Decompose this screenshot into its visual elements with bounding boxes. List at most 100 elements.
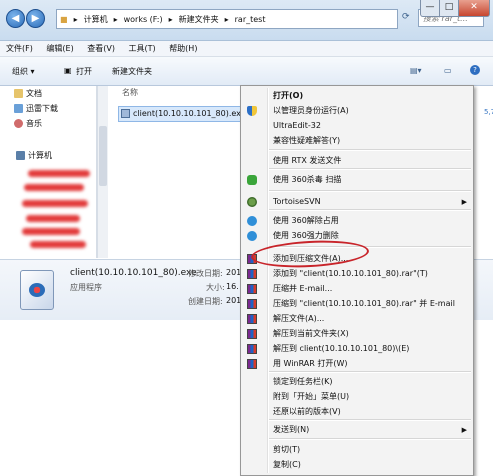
context-menu-item-label: 解压到当前文件夹(X) [273, 329, 349, 338]
context-menu-item[interactable]: 还原以前的版本(V) [241, 404, 473, 420]
submenu-arrow-icon: ▶ [461, 426, 467, 434]
shield-icon [247, 106, 257, 116]
redacted-drive [24, 184, 84, 191]
context-menu-item[interactable]: UltraEdit-32 [241, 118, 473, 134]
open-button[interactable]: 打开 [76, 66, 92, 77]
context-menu-item[interactable]: 使用 360解除占用 [241, 213, 473, 229]
winrar-icon [247, 359, 257, 369]
context-menu-item-label: 用 WinRAR 打开(W) [273, 359, 348, 368]
context-menu: 打开(O) 以管理员身份运行(A) UltraEdit-32 兼容性疑难解答(Y) 使用… [240, 85, 474, 476]
menu-separator [269, 438, 471, 440]
context-menu-item[interactable]: TortoiseSVN ▶ [241, 194, 473, 210]
address-separator: ▸ [73, 14, 78, 24]
context-menu-item[interactable]: 添加到 "client(10.10.10.101_80).rar"(T) [241, 266, 473, 282]
details-created-label: 创建日期: [188, 297, 223, 306]
minimize-button[interactable]: — [420, 0, 440, 17]
nav-scrollbar[interactable] [97, 86, 108, 258]
details-filename: client(10.10.10.101_80).exe [70, 268, 197, 278]
context-menu-item[interactable]: 压缩并 E-mail... [241, 281, 473, 297]
context-menu-item-label: 附到「开始」菜单(U) [273, 392, 350, 401]
context-menu-item[interactable]: 解压到当前文件夹(X) [241, 326, 473, 342]
details-size-label: 大小: [206, 283, 225, 292]
context-menu-item[interactable]: 打开(O) [241, 88, 473, 104]
breadcrumb-new-folder[interactable]: 新建文件夹 [176, 14, 222, 25]
downloads-icon [14, 104, 23, 113]
breadcrumb-computer[interactable]: 计算机 [81, 14, 111, 25]
context-menu-item[interactable]: 解压到 client(10.10.10.101_80)\(E) [241, 341, 473, 357]
exe-icon [121, 109, 130, 118]
nav-item-music[interactable]: 音乐 [14, 118, 42, 129]
context-menu-item[interactable]: 以管理员身份运行(A) [241, 103, 473, 119]
menu-file[interactable]: 文件(F) [0, 41, 38, 54]
forward-button[interactable]: ▶ [26, 9, 45, 28]
nav-item-documents[interactable]: 文档 [14, 88, 42, 99]
details-size-value: 16. [226, 282, 239, 291]
view-options-icon[interactable]: ▤▾ [410, 66, 422, 75]
context-menu-item[interactable]: 发送到(N) ▶ [241, 422, 473, 438]
context-menu-item[interactable]: 使用 360杀毒 扫描 [241, 172, 473, 188]
context-menu-item[interactable]: 解压文件(A)... [241, 311, 473, 327]
menu-bar: 文件(F) 编辑(E) 查看(V) 工具(T) 帮助(H) [0, 41, 493, 57]
organize-button[interactable]: 组织 ▾ [12, 66, 35, 77]
context-menu-item[interactable]: 复制(C) [241, 457, 473, 473]
submenu-arrow-icon: ▶ [461, 198, 467, 206]
nav-item-computer[interactable]: 计算机 [16, 150, 52, 161]
winrar-icon [247, 344, 257, 354]
file-name: client(10.10.10.101_80).exe [133, 109, 246, 118]
context-menu-item[interactable]: 使用 RTX 发送文件 [241, 153, 473, 169]
file-row[interactable]: client(10.10.10.101_80).exe [118, 106, 254, 122]
context-menu-item[interactable]: 使用 360强力删除 [241, 228, 473, 244]
menu-separator [269, 149, 471, 151]
column-header-name[interactable]: 名称 [122, 87, 138, 98]
menu-separator [269, 419, 471, 421]
context-menu-item[interactable]: 用 WinRAR 打开(W) [241, 356, 473, 372]
breadcrumb-rar-test[interactable]: rar_test [232, 15, 269, 24]
360-antivirus-icon [247, 175, 257, 185]
address-separator: ▸ [168, 14, 173, 24]
context-menu-item-label: 解压到 client(10.10.10.101_80)\(E) [273, 344, 410, 353]
back-button[interactable]: ◀ [6, 9, 25, 28]
scroll-thumb[interactable] [99, 126, 107, 186]
context-menu-item-label: 打开(O) [273, 91, 304, 100]
maximize-button[interactable]: □ [439, 0, 459, 17]
winrar-icon [247, 314, 257, 324]
open-icon: ▣ [64, 66, 72, 75]
menu-view[interactable]: 查看(V) [81, 41, 120, 54]
address-separator: ▸ [113, 14, 118, 24]
winrar-icon [247, 299, 257, 309]
winrar-icon [247, 269, 257, 279]
context-menu-item-label: 兼容性疑难解答(Y) [273, 136, 341, 145]
preview-pane-icon[interactable]: ▭ [444, 66, 452, 75]
redacted-drive [30, 241, 86, 248]
details-created-value: 201 [226, 296, 242, 305]
folder-icon: ■ [60, 14, 68, 24]
new-folder-button[interactable]: 新建文件夹 [112, 66, 152, 77]
context-menu-item[interactable]: 剪切(T) [241, 442, 473, 458]
360-icon [247, 216, 257, 226]
context-menu-item-label: 以管理员身份运行(A) [273, 106, 349, 115]
address-separator: ▸ [224, 14, 229, 24]
menu-tools[interactable]: 工具(T) [123, 41, 161, 54]
menu-edit[interactable]: 编辑(E) [40, 41, 78, 54]
winrar-icon [247, 284, 257, 294]
context-menu-item-label: 剪切(T) [273, 445, 301, 454]
close-button[interactable]: ✕ [458, 0, 490, 17]
context-menu-item[interactable]: 兼容性疑难解答(Y) [241, 133, 473, 149]
context-menu-item[interactable]: 压缩到 "client(10.10.10.101_80).rar" 并 E-ma… [241, 296, 473, 312]
help-icon[interactable]: ? [470, 65, 480, 75]
nav-item-thunder-downloads[interactable]: 迅雷下载 [14, 103, 58, 114]
context-menu-item-label: 压缩到 "client(10.10.10.101_80).rar" 并 E-ma… [273, 299, 455, 308]
context-menu-item-label: 使用 RTX 发送文件 [273, 156, 342, 165]
breadcrumb-works[interactable]: works (F:) [121, 15, 166, 24]
address-bar[interactable]: ■ ▸ 计算机 ▸ works (F:) ▸ 新建文件夹 ▸ rar_test [56, 9, 398, 29]
context-menu-item[interactable]: 附到「开始」菜单(U) [241, 389, 473, 405]
refresh-icon[interactable]: ⟳ [402, 12, 410, 22]
menu-help[interactable]: 帮助(H) [163, 41, 202, 54]
music-icon [14, 119, 23, 128]
redacted-drive [26, 215, 80, 222]
winrar-icon [247, 329, 257, 339]
context-menu-item-label: 使用 360解除占用 [273, 216, 339, 225]
menu-separator [269, 190, 471, 192]
partial-date-text: 5,76 [484, 108, 493, 116]
context-menu-item[interactable]: 锁定到任务栏(K) [241, 374, 473, 390]
